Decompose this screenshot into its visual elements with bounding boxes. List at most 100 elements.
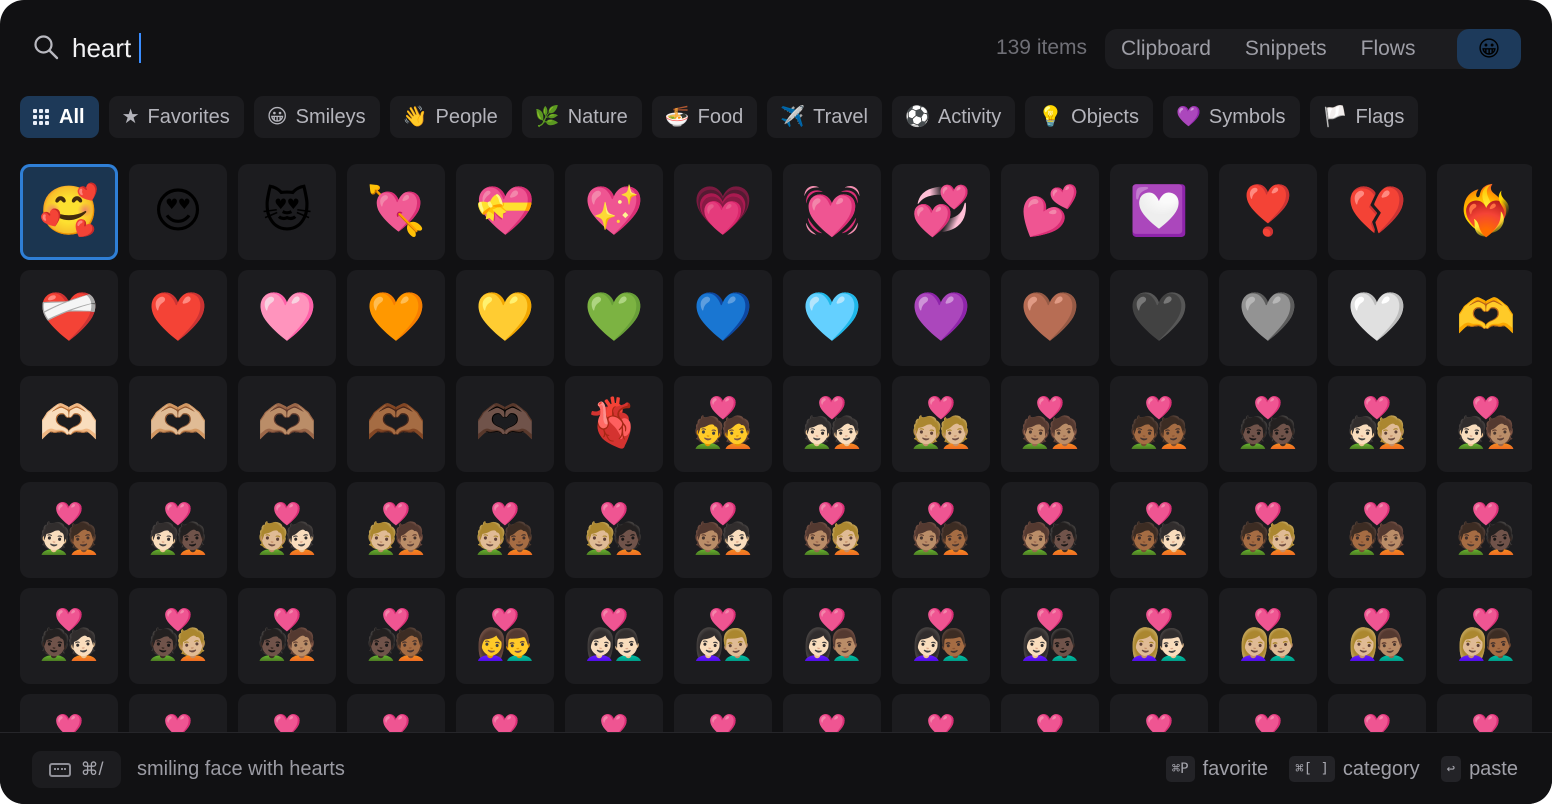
emoji-cell[interactable]: 💑🏼 <box>892 376 990 472</box>
emoji-cell[interactable]: 💔 <box>1328 164 1426 260</box>
emoji-cell[interactable]: 💙 <box>674 270 772 366</box>
emoji-cell[interactable]: 🧑🏾‍❤️‍🧑🏿 <box>1437 482 1532 578</box>
emoji-cell[interactable]: 👩🏽‍❤️‍👨🏿 <box>565 694 663 732</box>
keyboard-shortcut-button[interactable]: ⌘/ <box>32 751 121 788</box>
emoji-cell[interactable]: 🫀 <box>565 376 663 472</box>
emoji-cell[interactable]: ❤️‍🔥 <box>1437 164 1532 260</box>
emoji-cell[interactable]: 👩🏼‍❤️‍👨🏾 <box>1437 588 1532 684</box>
emoji-cell[interactable]: 💑🏽 <box>1001 376 1099 472</box>
emoji-cell[interactable]: 🧑🏻‍❤️‍🧑🏼 <box>1328 376 1426 472</box>
emoji-cell[interactable]: 🫶🏽 <box>238 376 336 472</box>
emoji-cell[interactable]: 🧑🏿‍❤️‍🧑🏻 <box>20 588 118 684</box>
emoji-cell[interactable]: 👩🏾‍❤️‍👨🏿 <box>1110 694 1208 732</box>
category-all[interactable]: All <box>20 96 99 138</box>
emoji-cell[interactable]: 🧑🏻‍❤️‍🧑🏾 <box>20 482 118 578</box>
emoji-cell[interactable]: 👩🏼‍❤️‍👨🏻 <box>1110 588 1208 684</box>
emoji-cell[interactable]: 👩🏻‍❤️‍👨🏼 <box>674 588 772 684</box>
tab-flows[interactable]: Flows <box>1344 29 1433 69</box>
emoji-cell[interactable]: 💑🏻 <box>783 376 881 472</box>
emoji-cell[interactable]: 🫶🏿 <box>456 376 554 472</box>
category-flags[interactable]: 🏳️ Flags <box>1309 96 1419 138</box>
search-input[interactable] <box>72 28 572 68</box>
emoji-cell[interactable]: 🫶 <box>1437 270 1532 366</box>
emoji-cell[interactable]: 🧡 <box>347 270 445 366</box>
emoji-cell[interactable]: 💛 <box>456 270 554 366</box>
emoji-cell[interactable]: 😍 <box>129 164 227 260</box>
emoji-cell[interactable]: 💟 <box>1110 164 1208 260</box>
emoji-cell[interactable]: 🤎 <box>1001 270 1099 366</box>
category-smileys[interactable]: 😀 Smileys <box>253 96 380 138</box>
emoji-cell[interactable]: 🖤 <box>1110 270 1208 366</box>
emoji-cell[interactable]: 💑🏿 <box>1219 376 1317 472</box>
emoji-cell[interactable]: 🤍 <box>1328 270 1426 366</box>
emoji-cell[interactable]: 👩🏻‍❤️‍👨🏿 <box>1001 588 1099 684</box>
emoji-cell[interactable]: 🧑🏻‍❤️‍🧑🏽 <box>1437 376 1532 472</box>
category-people[interactable]: 👋 People <box>389 96 512 138</box>
emoji-cell[interactable]: 🧑🏼‍❤️‍🧑🏽 <box>347 482 445 578</box>
emoji-cell[interactable]: 👩🏽‍❤️‍👨🏻 <box>129 694 227 732</box>
emoji-cell[interactable]: ❤️‍🩹 <box>20 270 118 366</box>
emoji-cell[interactable]: 💑🏾 <box>1110 376 1208 472</box>
emoji-cell[interactable]: 🩶 <box>1219 270 1317 366</box>
emoji-cell[interactable]: 💝 <box>456 164 554 260</box>
emoji-cell[interactable]: ❣️ <box>1219 164 1317 260</box>
emoji-cell[interactable]: 👩🏻‍❤️‍👨🏽 <box>783 588 881 684</box>
emoji-cell[interactable]: 💖 <box>565 164 663 260</box>
emoji-cell[interactable]: 👩🏿‍❤️‍👨🏻 <box>1219 694 1317 732</box>
emoji-cell[interactable]: 🩵 <box>783 270 881 366</box>
emoji-cell[interactable]: 🧑🏽‍❤️‍🧑🏾 <box>892 482 990 578</box>
emoji-cell[interactable]: 👩‍❤️‍👨 <box>456 588 554 684</box>
emoji-cell[interactable]: 😻 <box>238 164 336 260</box>
emoji-cell[interactable]: 🫶🏻 <box>20 376 118 472</box>
emoji-cell[interactable]: 👩🏾‍❤️‍👨🏾 <box>1001 694 1099 732</box>
category-activity[interactable]: ⚽ Activity <box>891 96 1016 138</box>
emoji-cell[interactable]: 👩🏼‍❤️‍👨🏽 <box>1328 588 1426 684</box>
emoji-cell[interactable]: 👩🏻‍❤️‍👨🏾 <box>892 588 990 684</box>
emoji-cell[interactable]: 💚 <box>565 270 663 366</box>
emoji-cell[interactable]: 🧑🏾‍❤️‍🧑🏻 <box>1110 482 1208 578</box>
tab-emoji[interactable]: 😀 <box>1457 29 1521 69</box>
tab-clipboard[interactable]: Clipboard <box>1105 29 1228 69</box>
emoji-grid-scroll[interactable]: 🥰 😍 😻 💘 💝 💖 💗 💓 💞 💕 💟 ❣️ 💔 ❤️‍🔥 ❤️‍🩹 ❤️ 🩷 🧡 💛 💚 💙 🩵 💜 🤎 🖤 🩶 🤍 🫶 🫶🏻 🫶🏼… <box>20 164 1532 732</box>
emoji-cell[interactable]: 💜 <box>892 270 990 366</box>
emoji-cell[interactable]: 🧑🏾‍❤️‍🧑🏼 <box>1219 482 1317 578</box>
emoji-cell[interactable]: 👩🏻‍❤️‍👨🏻 <box>565 588 663 684</box>
emoji-cell[interactable]: 👩🏽‍❤️‍👨🏽 <box>347 694 445 732</box>
emoji-cell[interactable]: 👩🏾‍❤️‍👨🏼 <box>783 694 881 732</box>
emoji-cell[interactable]: 👩🏿‍❤️‍👨🏼 <box>1328 694 1426 732</box>
emoji-cell[interactable]: 💞 <box>892 164 990 260</box>
category-food[interactable]: 🍜 Food <box>651 96 758 138</box>
category-symbols[interactable]: 💜 Symbols <box>1162 96 1300 138</box>
emoji-cell[interactable]: 👩🏾‍❤️‍👨🏽 <box>892 694 990 732</box>
emoji-cell[interactable]: 🧑🏿‍❤️‍🧑🏽 <box>238 588 336 684</box>
emoji-cell[interactable]: 💕 <box>1001 164 1099 260</box>
emoji-cell[interactable]: 👩🏼‍❤️‍👨🏿 <box>20 694 118 732</box>
tab-snippets[interactable]: Snippets <box>1228 29 1344 69</box>
emoji-cell[interactable]: 🫶🏼 <box>129 376 227 472</box>
emoji-cell[interactable]: 🧑🏼‍❤️‍🧑🏿 <box>565 482 663 578</box>
emoji-cell[interactable]: 💑 <box>674 376 772 472</box>
emoji-cell[interactable]: 🫶🏾 <box>347 376 445 472</box>
category-nature[interactable]: 🌿 Nature <box>521 96 642 138</box>
emoji-cell[interactable]: 🧑🏿‍❤️‍🧑🏾 <box>347 588 445 684</box>
emoji-cell[interactable]: 🧑🏾‍❤️‍🧑🏽 <box>1328 482 1426 578</box>
emoji-cell[interactable]: 🧑🏻‍❤️‍🧑🏿 <box>129 482 227 578</box>
emoji-cell[interactable]: 🥰 <box>20 164 118 260</box>
emoji-cell[interactable]: 💓 <box>783 164 881 260</box>
emoji-cell[interactable]: 💗 <box>674 164 772 260</box>
category-objects[interactable]: 💡 Objects <box>1025 96 1153 138</box>
emoji-cell[interactable]: 🧑🏼‍❤️‍🧑🏾 <box>456 482 554 578</box>
emoji-cell[interactable]: 👩🏿‍❤️‍👨🏽 <box>1437 694 1532 732</box>
emoji-cell[interactable]: 👩🏾‍❤️‍👨🏻 <box>674 694 772 732</box>
emoji-cell[interactable]: ❤️ <box>129 270 227 366</box>
emoji-cell[interactable]: 👩🏽‍❤️‍👨🏼 <box>238 694 336 732</box>
emoji-cell[interactable]: 🧑🏽‍❤️‍🧑🏻 <box>674 482 772 578</box>
emoji-cell[interactable]: 🧑🏼‍❤️‍🧑🏻 <box>238 482 336 578</box>
emoji-cell[interactable]: 👩🏼‍❤️‍👨🏼 <box>1219 588 1317 684</box>
emoji-cell[interactable]: 💘 <box>347 164 445 260</box>
emoji-cell[interactable]: 🧑🏿‍❤️‍🧑🏼 <box>129 588 227 684</box>
category-favorites[interactable]: ★ Favorites <box>108 96 244 138</box>
emoji-cell[interactable]: 🩷 <box>238 270 336 366</box>
category-travel[interactable]: ✈️ Travel <box>767 96 882 138</box>
emoji-cell[interactable]: 🧑🏽‍❤️‍🧑🏼 <box>783 482 881 578</box>
